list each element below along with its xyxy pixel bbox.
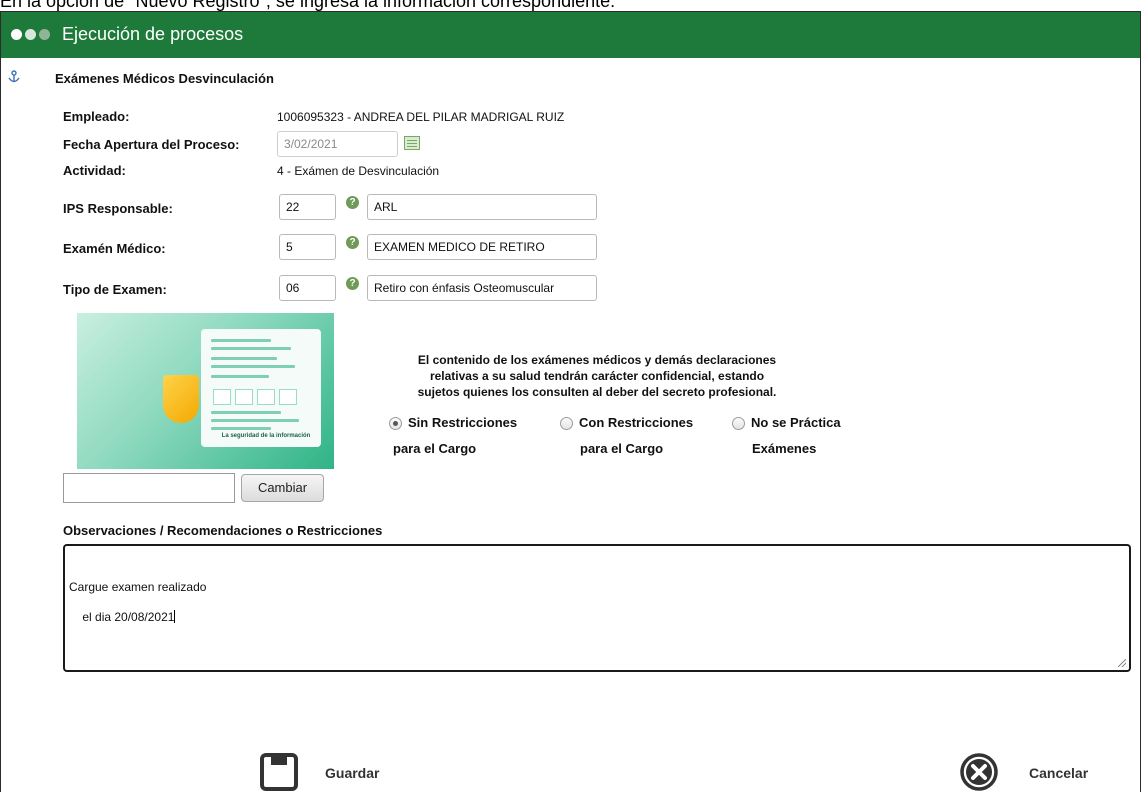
ips-label: IPS Responsable: <box>63 201 173 216</box>
cancel-label: Cancelar <box>1029 765 1089 781</box>
activity-label: Actividad: <box>63 163 126 178</box>
file-path-input[interactable] <box>63 473 235 503</box>
option-label: Con Restricciones <box>579 415 694 430</box>
cancel-icon <box>960 753 998 791</box>
title-bar: Ejecución de procesos <box>1 12 1140 58</box>
option-label: para el Cargo <box>580 441 664 456</box>
exam-code-input[interactable]: 5 <box>279 234 336 260</box>
confidentiality-notice: El contenido de los exámenes médicos y d… <box>373 352 821 400</box>
option-label: para el Cargo <box>393 441 477 456</box>
section-title: Exámenes Médicos Desvinculación <box>55 71 274 86</box>
observations-label: Observaciones / Recomendaciones o Restri… <box>63 523 383 538</box>
exam-type-name-input[interactable]: Retiro con énfasis Osteomuscular <box>367 275 597 301</box>
change-file-button[interactable]: Cambiar <box>241 474 324 502</box>
save-button[interactable]: Guardar <box>259 752 399 796</box>
notice-line: relativas a su salud tendrán carácter co… <box>429 369 765 383</box>
shield-icon <box>163 375 199 423</box>
notice-line: sujetos quienes los consulten al deber d… <box>417 385 777 399</box>
help-icon[interactable]: ? <box>346 236 359 249</box>
open-date-field: 3/02/2021 <box>277 131 398 157</box>
notice-line: El contenido de los exámenes médicos y d… <box>417 353 777 367</box>
option-label: No se Práctica <box>751 415 841 430</box>
window-title: Ejecución de procesos <box>62 24 244 44</box>
radio-no-restrictions[interactable] <box>389 417 402 430</box>
radio-with-restrictions[interactable] <box>560 417 573 430</box>
anchor-icon <box>8 70 20 83</box>
illustration-caption: La seguridad de la información <box>221 433 311 439</box>
observation-line: el dia 20/08/2021 <box>82 610 175 624</box>
help-icon[interactable]: ? <box>346 277 359 290</box>
exam-type-label: Tipo de Examen: <box>63 282 167 297</box>
calendar-icon[interactable] <box>404 136 420 150</box>
option-label: Sin Restricciones <box>408 415 518 430</box>
ips-name-input[interactable]: ARL <box>367 194 597 220</box>
security-illustration: La seguridad de la información <box>77 313 334 469</box>
floppy-icon <box>260 753 298 791</box>
cancel-button[interactable]: Cancelar <box>959 752 1099 796</box>
window-dot-icon <box>39 29 50 40</box>
employee-label: Empleado: <box>63 109 130 124</box>
exam-type-code-input[interactable]: 06 <box>279 275 336 301</box>
save-label: Guardar <box>325 765 380 781</box>
activity-value: 4 - Exámen de Desvinculación <box>277 164 440 178</box>
exam-name-input[interactable]: EXAMEN MEDICO DE RETIRO <box>367 234 597 260</box>
window-dot-icon <box>11 29 22 40</box>
help-icon[interactable]: ? <box>346 196 359 209</box>
window-dot-icon <box>25 29 36 40</box>
radio-not-practiced[interactable] <box>732 417 745 430</box>
employee-value: 1006095323 - ANDREA DEL PILAR MADRIGAL R… <box>277 110 565 124</box>
process-dialog: Ejecución de procesos Exámenes Médicos D… <box>0 11 1141 792</box>
info-card <box>201 329 321 447</box>
text-caret <box>174 610 176 623</box>
observation-line: Cargue examen realizado <box>69 580 207 594</box>
document-caption: En la opción de "Nuevo Registro", se ing… <box>0 0 616 11</box>
open-date-label: Fecha Apertura del Proceso: <box>63 137 240 152</box>
exam-label: Examén Médico: <box>63 241 166 256</box>
resize-grip-icon[interactable] <box>1118 659 1126 667</box>
option-label: Exámenes <box>752 441 817 456</box>
ips-code-input[interactable]: 22 <box>279 194 336 220</box>
observations-textarea[interactable]: Cargue examen realizado el dia 20/08/202… <box>63 544 1131 672</box>
